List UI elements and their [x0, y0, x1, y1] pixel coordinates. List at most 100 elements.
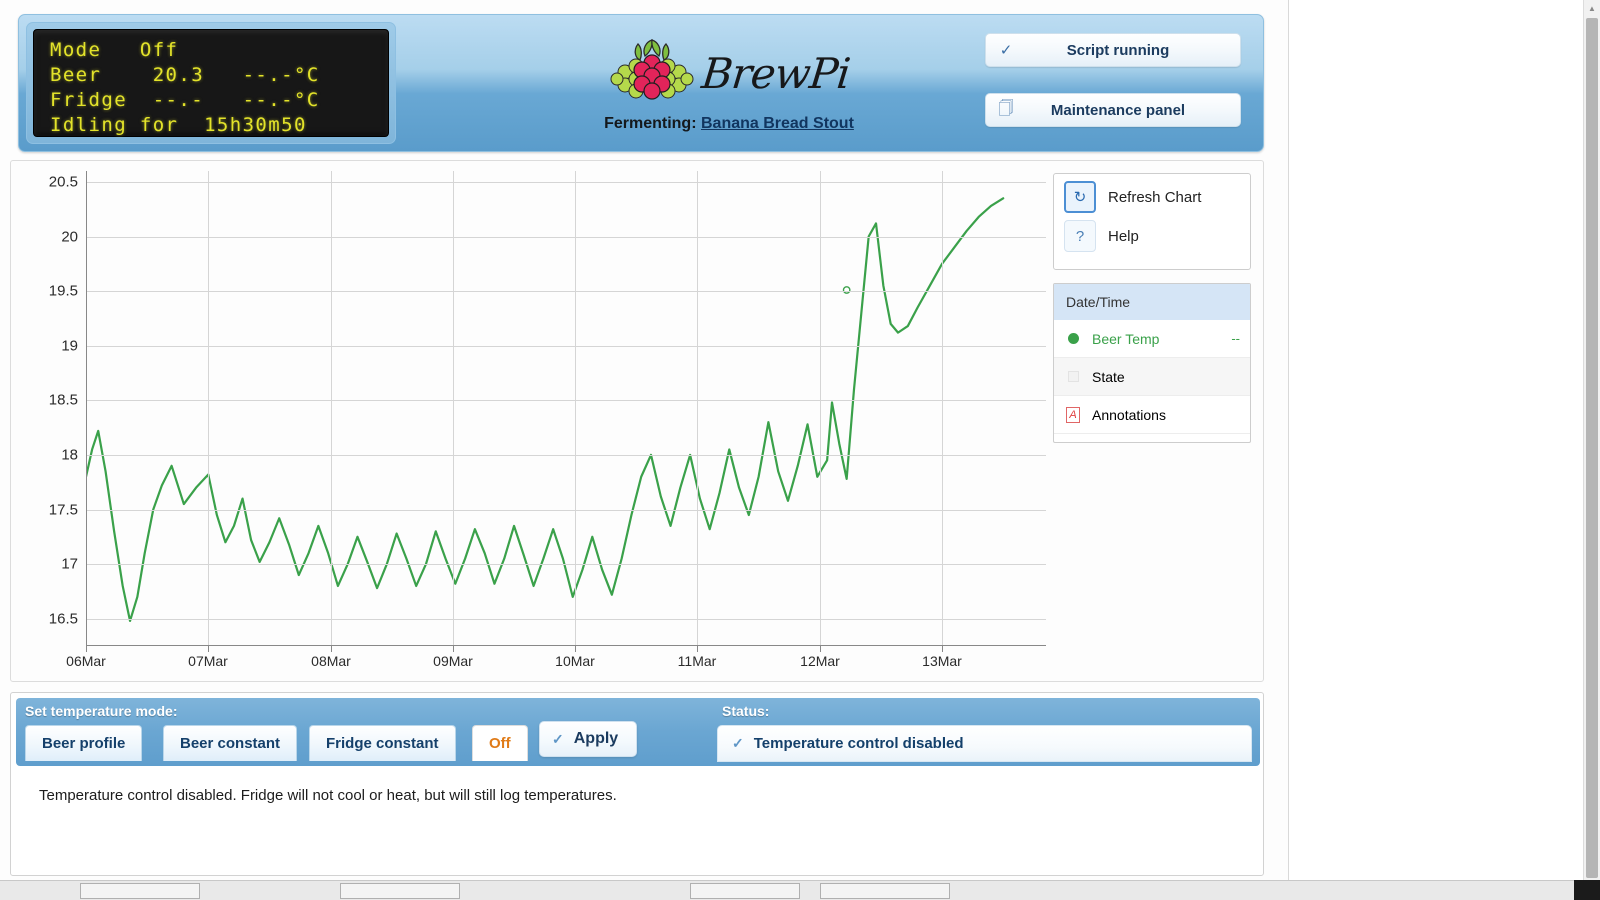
x-axis-tick-label: 07Mar [188, 653, 228, 669]
header-panel: Mode Off Beer 20.3 --.-°C Fridge --.- --… [18, 14, 1264, 152]
lcd-bezel: Mode Off Beer 20.3 --.-°C Fridge --.- --… [26, 22, 396, 144]
lcd-display[interactable]: Mode Off Beer 20.3 --.-°C Fridge --.- --… [33, 29, 389, 137]
gridline-vertical [208, 171, 209, 646]
maintenance-panel-button[interactable]: 🗍 Maintenance panel [985, 93, 1241, 127]
lcd-line-mode: Mode Off [50, 39, 179, 61]
legend-header: Date/Time [1054, 284, 1250, 320]
taskbar-item[interactable] [340, 882, 460, 899]
y-axis-tick-label: 16.5 [48, 610, 78, 628]
fermenting-label: Fermenting: [604, 115, 697, 132]
set-temperature-mode-caption: Set temperature mode: [25, 703, 178, 719]
x-axis-tick-label: 08Mar [311, 653, 351, 669]
status-box: ✓ Temperature control disabled [717, 725, 1252, 762]
legend-value-beer-temp: -- [1231, 331, 1240, 346]
control-description: Temperature control disabled. Fridge wil… [39, 787, 617, 804]
x-axis-tick-mark [942, 646, 943, 652]
gridline-horizontal [86, 291, 1046, 292]
tab-off[interactable]: Off [472, 725, 528, 761]
chart-legend-panel: Date/Time Beer Temp -- State A Annotatio… [1053, 283, 1251, 443]
temperature-chart[interactable]: 16.5 17 17.5 18 18.5 19 19.5 20 20.5 06Mar 07Mar 08… [49, 171, 1046, 669]
x-axis-tick-label: 10Mar [555, 653, 595, 669]
script-running-label: Script running [1066, 41, 1170, 59]
lcd-line-beer: Beer 20.3 --.-°C [50, 64, 320, 86]
gridline-horizontal [86, 182, 1046, 183]
annotation-box-icon: A [1066, 406, 1080, 423]
legend-row-beer-temp[interactable]: Beer Temp -- [1054, 320, 1250, 358]
logo-row: BrewPi [559, 35, 899, 113]
gridline-vertical [331, 171, 332, 646]
y-axis-tick-label: 17 [61, 555, 78, 573]
gridline-horizontal [86, 455, 1046, 456]
lcd-line-fridge: Fridge --.- --.-°C [50, 89, 320, 111]
tab-beer-constant[interactable]: Beer constant [163, 725, 298, 761]
refresh-chart-label: Refresh Chart [1108, 188, 1202, 206]
taskbar-item[interactable] [80, 882, 200, 899]
script-running-button[interactable]: ✓ Script running [985, 33, 1241, 67]
gridline-vertical [575, 171, 576, 646]
green-dot-icon [1066, 333, 1080, 344]
check-icon: ✓ [732, 735, 744, 751]
fermenting-row: Fermenting: Banana Bread Stout [559, 115, 899, 133]
taskbar-item[interactable] [820, 882, 950, 899]
gridline-horizontal [86, 346, 1046, 347]
lcd-line-state: Idling for 15h30m50 [50, 114, 307, 136]
refresh-chart-button[interactable]: ↻ Refresh Chart [1054, 174, 1250, 213]
apply-label: Apply [573, 730, 619, 747]
legend-row-state[interactable]: State [1054, 358, 1250, 396]
y-axis-tick-label: 19 [61, 337, 78, 355]
refresh-icon: ↻ [1064, 181, 1096, 213]
beer-name-link[interactable]: Banana Bread Stout [701, 115, 854, 132]
legend-label-annotations: Annotations [1092, 406, 1166, 423]
y-axis-tick-label: 18.5 [48, 391, 78, 409]
apply-button[interactable]: ✓ Apply [539, 721, 638, 757]
x-axis-tick-label: 11Mar [677, 653, 717, 669]
scroll-up-icon[interactable]: ▲ [1584, 0, 1600, 17]
gridline-horizontal [86, 619, 1046, 620]
gridline-vertical [942, 171, 943, 646]
chart-svg [84, 197, 1005, 622]
x-axis-tick-label: 12Mar [800, 653, 840, 669]
taskbar-item[interactable] [690, 882, 800, 899]
taskbar-corner [1574, 880, 1600, 900]
y-axis-tick-label: 20 [61, 228, 78, 246]
browser-page: Mode Off Beer 20.3 --.-°C Fridge --.- --… [0, 0, 1600, 900]
tab-fridge-constant[interactable]: Fridge constant [309, 725, 456, 761]
y-axis-tick-label: 18 [61, 446, 78, 464]
gridline-vertical [697, 171, 698, 646]
x-axis-tick-label: 06Mar [66, 653, 106, 669]
chart-panel: 16.5 17 17.5 18 18.5 19 19.5 20 20.5 06Mar 07Mar 08… [10, 160, 1264, 682]
help-button[interactable]: ? Help [1054, 213, 1250, 252]
status-caption: Status: [722, 703, 770, 719]
series-line-beer-temp [84, 197, 1005, 622]
scrollbar-thumb[interactable] [1586, 18, 1598, 878]
maintenance-panel-label: Maintenance panel [1050, 101, 1186, 119]
brewpi-wordmark: BrewPi [699, 49, 853, 98]
y-axis-line [86, 171, 87, 646]
gridline-horizontal [86, 564, 1046, 565]
check-icon: ✓ [552, 730, 564, 747]
vertical-scrollbar[interactable]: ▲ [1583, 0, 1600, 880]
y-axis-tick-label: 19.5 [48, 282, 78, 300]
x-axis-line [86, 645, 1046, 646]
gridline-horizontal [86, 237, 1046, 238]
chart-tools-panel: ↻ Refresh Chart ? Help [1053, 173, 1251, 270]
status-text: Temperature control disabled [753, 735, 964, 752]
control-panel: Set temperature mode: Status: Beer profi… [10, 692, 1264, 876]
plot-area [84, 171, 1046, 646]
x-axis-tick-mark [575, 646, 576, 652]
taskbar [0, 880, 1600, 900]
x-axis-tick-mark [453, 646, 454, 652]
grey-square-icon [1066, 371, 1080, 382]
x-axis-tick-mark [820, 646, 821, 652]
legend-label-beer-temp: Beer Temp [1092, 330, 1160, 347]
y-axis-tick-label: 17.5 [48, 501, 78, 519]
gridline-vertical [453, 171, 454, 646]
x-axis-tick-label: 09Mar [433, 653, 473, 669]
x-axis-tick-mark [697, 646, 698, 652]
legend-row-annotations[interactable]: A Annotations [1054, 396, 1250, 434]
x-axis-tick-mark [331, 646, 332, 652]
brewpi-content: Mode Off Beer 20.3 --.-°C Fridge --.- --… [0, 0, 1289, 880]
help-label: Help [1108, 227, 1139, 245]
x-axis-tick-label: 13Mar [922, 653, 962, 669]
tab-beer-profile[interactable]: Beer profile [25, 725, 143, 761]
